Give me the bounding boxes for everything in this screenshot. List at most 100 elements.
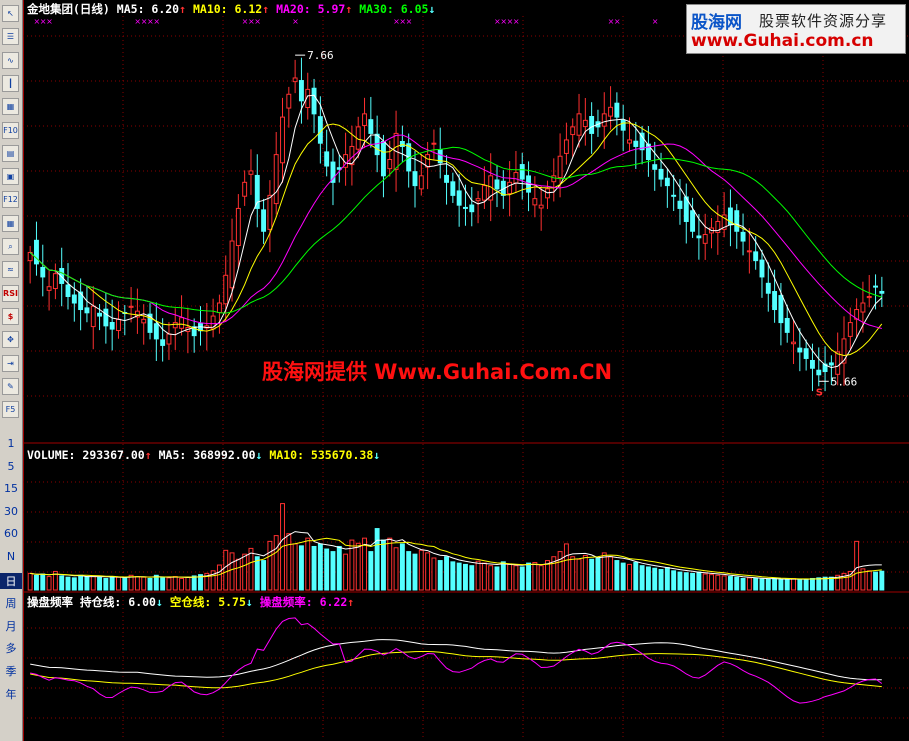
candle-body-92 — [608, 106, 614, 117]
candle-body-36 — [254, 174, 260, 209]
volume-bar-121 — [791, 577, 796, 591]
f5-icon[interactable]: F5 — [2, 401, 19, 419]
volume-bar-119 — [778, 579, 784, 591]
move-icon[interactable]: ✥ — [2, 331, 19, 349]
volume-bar-62 — [418, 549, 424, 591]
volume-bar-109 — [715, 574, 721, 591]
candle-body-23 — [172, 322, 178, 329]
period-11[interactable]: 年 — [0, 686, 22, 702]
period-6[interactable]: 日 — [0, 572, 22, 589]
volume-indicator-0: MA5: 368992.00 — [158, 448, 256, 462]
f10-icon[interactable]: F10 — [2, 121, 19, 139]
volume-bar-73 — [488, 565, 494, 591]
list-icon[interactable]: ☰ — [2, 28, 19, 46]
candle-body-80 — [532, 198, 538, 206]
candle-body-70 — [469, 204, 475, 213]
rsi-icon[interactable]: RSI — [2, 284, 19, 302]
candle-body-71 — [475, 198, 481, 202]
report-icon[interactable]: ▤ — [2, 144, 19, 162]
candle-body-123 — [803, 348, 809, 359]
dollar-icon[interactable]: $ — [2, 307, 19, 325]
volume-bar-101 — [664, 567, 670, 591]
volume-bar-13 — [109, 576, 115, 591]
logo-url: www.Guhai.com.cn — [691, 31, 874, 51]
grid-icon[interactable]: ▦ — [2, 214, 19, 232]
oscillator-panel-header: 操盘频率 持仓线: 6.00↓ 空仓线: 5.75↓ 操盘频率: 6.22↑ — [27, 594, 354, 610]
candle-body-127 — [828, 362, 834, 366]
left-toolbar: ↖ ☰ ∿ ┃ ▦ F10 ▤ ▣ F12 ▦ ⌕ ≈ RSI $ ✥ ⇥ ✎ F5 1 5 15 30 60 N 日周月多季年 — [0, 0, 23, 741]
volume-bar-77 — [513, 565, 519, 591]
search-icon[interactable]: ⌕ — [2, 238, 19, 255]
candle-body-21 — [160, 339, 166, 346]
candle-body-82 — [545, 188, 550, 199]
volume-bar-2 — [40, 573, 46, 591]
volume-bar-60 — [406, 551, 412, 591]
f12-icon[interactable]: F12 — [2, 191, 19, 209]
period-1[interactable]: 5 — [0, 460, 22, 473]
volume-bar-123 — [803, 578, 809, 591]
period-9[interactable]: 多 — [0, 640, 22, 656]
signal-cross-99: × — [652, 17, 659, 26]
candle-body-77 — [513, 172, 519, 184]
period-2[interactable]: 15 — [0, 482, 22, 495]
volume-bar-33 — [235, 558, 241, 591]
period-7[interactable]: 周 — [0, 595, 22, 611]
volume-bar-26 — [191, 575, 197, 591]
period-3[interactable]: 30 — [0, 505, 22, 518]
multi-window-icon[interactable]: ▦ — [2, 98, 19, 116]
volume-bar-9 — [84, 576, 90, 591]
volume-bar-114 — [746, 577, 752, 591]
period-10[interactable]: 季 — [0, 663, 22, 679]
oscillator-hold-line — [30, 639, 882, 681]
candle-body-34 — [242, 181, 248, 197]
candle-body-89 — [589, 116, 595, 134]
volume-bar-21 — [160, 576, 166, 591]
oscillator-arrow-0: ↓ — [155, 595, 163, 609]
pencil-icon[interactable]: ✎ — [2, 377, 19, 395]
candle-body-4 — [52, 273, 58, 290]
notebook-icon[interactable]: ▣ — [2, 168, 19, 186]
logo-brand: 股海网 — [691, 13, 742, 33]
period-8[interactable]: 月 — [0, 618, 22, 634]
candle-body-42 — [292, 77, 298, 83]
oscillator-indicator-2: 操盘频率: 6.22 — [252, 595, 348, 609]
volume-bar-43 — [298, 545, 304, 591]
oscillator-arrow-1: ↓ — [245, 595, 253, 609]
volume-bar-131 — [854, 540, 860, 591]
candle-body-124 — [809, 359, 815, 369]
volume-bar-37 — [261, 560, 267, 591]
candle-body-87 — [576, 113, 582, 136]
sell-signal-marker: S — [816, 387, 823, 398]
price-panel-header: 金地集团(日线) MA5: 6.20↑ MA10: 6.12↑ MA20: 5.… — [27, 1, 435, 17]
cursor-icon[interactable]: ↖ — [2, 5, 19, 22]
candle-body-102 — [671, 194, 677, 197]
logo-tagline: 股票软件资源分享 — [759, 12, 888, 30]
volume-bar-75 — [500, 561, 506, 591]
volume-bar-98 — [645, 566, 651, 591]
candle-body-57 — [387, 159, 393, 170]
volume-bar-5 — [59, 575, 65, 591]
candle-body-113 — [740, 231, 746, 242]
volume-arrow: ↑ — [144, 448, 152, 462]
candlestick-icon[interactable]: ┃ — [2, 74, 19, 92]
candle-body-94 — [620, 119, 626, 131]
period-5[interactable]: N — [0, 550, 22, 563]
volume-bar-135 — [879, 570, 885, 591]
volume-bar-116 — [759, 578, 765, 591]
volume-bar-6 — [65, 576, 71, 591]
wave-icon[interactable]: ≈ — [2, 261, 19, 279]
signal-cross-77: × — [513, 17, 520, 26]
candle-body-100 — [658, 168, 664, 180]
export-icon[interactable]: ⇥ — [2, 354, 19, 372]
volume-bar-117 — [765, 578, 771, 591]
period-4[interactable]: 60 — [0, 527, 22, 540]
line-chart-icon[interactable]: ∿ — [2, 51, 19, 69]
period-0[interactable]: 1 — [0, 437, 22, 450]
volume-bar-124 — [809, 577, 815, 591]
guhai-logo: 股海网 股票软件资源分享 www.Guhai.com.cn — [686, 4, 906, 54]
candle-body-135 — [879, 290, 885, 294]
candle-body-101 — [664, 177, 670, 187]
volume-bar-66 — [444, 556, 449, 591]
volume-bar-38 — [267, 540, 273, 591]
volume-bar-113 — [740, 577, 746, 591]
